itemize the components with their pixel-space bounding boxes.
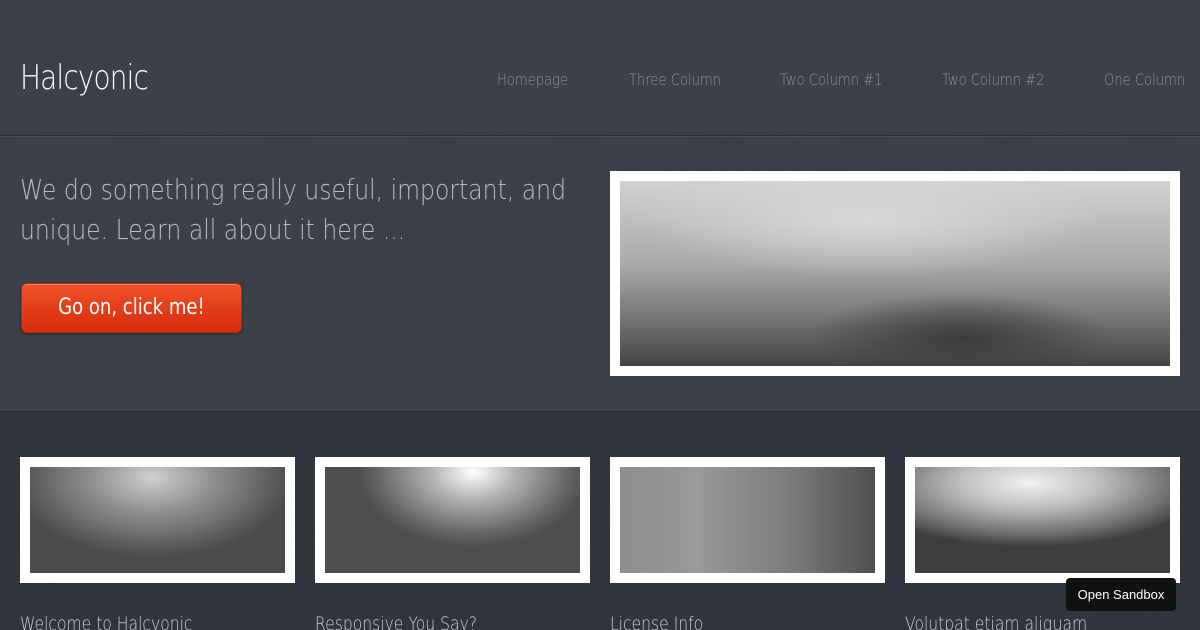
- header-divider: [0, 135, 1200, 136]
- nav-item-homepage[interactable]: Homepage: [497, 70, 568, 89]
- main-nav: Homepage Three Column Two Column #1 Two …: [0, 70, 1200, 94]
- card-image: [325, 467, 580, 573]
- card-image-frame[interactable]: [905, 457, 1180, 583]
- hero-tagline-line-1: We do something really useful, important…: [20, 173, 567, 206]
- card-title-volutpat: Volutpat etiam aliquam: [905, 613, 1088, 630]
- card-title-license: License Info: [610, 613, 704, 630]
- hero-tagline: We do something really useful, important…: [20, 170, 567, 250]
- card-image: [915, 467, 1170, 573]
- nav-item-two-column-1[interactable]: Two Column #1: [780, 70, 883, 89]
- nav-item-one-column[interactable]: One Column: [1104, 70, 1185, 89]
- nav-item-three-column[interactable]: Three Column: [629, 70, 721, 89]
- nav-item-two-column-2[interactable]: Two Column #2: [942, 70, 1045, 89]
- card-image-frame[interactable]: [610, 457, 885, 583]
- hero-image-frame: [610, 171, 1180, 376]
- cta-button[interactable]: Go on, click me!: [21, 283, 242, 333]
- hero-image: [620, 181, 1170, 366]
- card-image-frame[interactable]: [315, 457, 590, 583]
- card-title-responsive: Responsive You Say?: [315, 613, 478, 630]
- card-image: [620, 467, 875, 573]
- card-title-welcome: Welcome to Halcyonic: [20, 613, 193, 630]
- card-image-frame[interactable]: [20, 457, 295, 583]
- card-image: [30, 467, 285, 573]
- hero-tagline-line-2: unique. Learn all about it here ...: [20, 213, 406, 246]
- cta-button-label: Go on, click me!: [58, 295, 205, 320]
- open-sandbox-button[interactable]: Open Sandbox: [1066, 578, 1176, 611]
